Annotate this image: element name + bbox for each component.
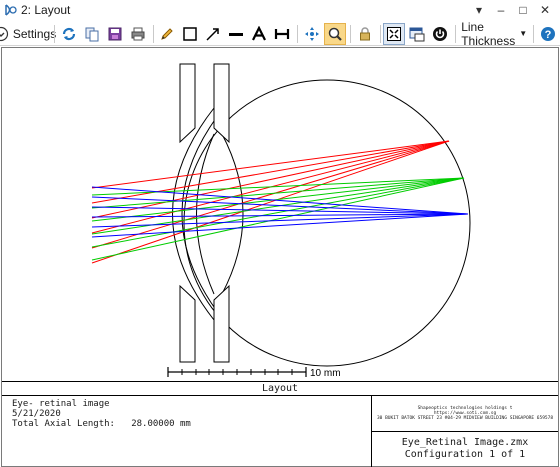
lock-icon bbox=[357, 26, 373, 42]
window-icon bbox=[3, 2, 19, 18]
zoom-icon bbox=[327, 26, 343, 42]
info-date: 5/21/2020 bbox=[12, 409, 61, 419]
lock-button[interactable] bbox=[354, 23, 376, 45]
chevron-down-circle-icon bbox=[0, 26, 9, 42]
text-button[interactable] bbox=[248, 23, 270, 45]
layout-caption: Layout bbox=[2, 382, 558, 396]
toolbar-separator bbox=[350, 24, 351, 43]
toolbar-separator bbox=[455, 24, 457, 43]
cornea-front-surface bbox=[172, 107, 215, 321]
print-icon bbox=[130, 26, 146, 42]
arrow-button[interactable] bbox=[202, 23, 224, 45]
configuration-label: Configuration 1 of 1 bbox=[404, 449, 526, 460]
dimension-button[interactable] bbox=[271, 23, 293, 45]
layout-footer: Layout Eye- retinal image 5/21/2020 Tota… bbox=[2, 381, 558, 467]
caret-down-icon: ▼ bbox=[519, 29, 528, 38]
file-name: Eye_Retinal Image.zmx bbox=[401, 437, 529, 448]
window-title: 2: Layout bbox=[21, 3, 71, 17]
blue-ray bbox=[91, 186, 469, 215]
red-ray bbox=[91, 140, 450, 264]
window-mode-button[interactable] bbox=[406, 23, 428, 45]
pan-button[interactable] bbox=[301, 23, 323, 45]
pencil-icon bbox=[159, 26, 175, 42]
settings-button[interactable]: Settings bbox=[0, 23, 56, 45]
save-icon bbox=[107, 26, 123, 42]
system-info: Eye- retinal image 5/21/2020 Total Axial… bbox=[2, 396, 372, 467]
arrow-icon bbox=[205, 26, 221, 42]
rectangle-button[interactable] bbox=[179, 23, 201, 45]
close-button[interactable]: ✕ bbox=[534, 1, 556, 19]
settings-label: Settings bbox=[12, 26, 57, 41]
file-info: Eye_Retinal Image.zmx Configuration 1 of… bbox=[372, 432, 558, 467]
print-button[interactable] bbox=[127, 23, 149, 45]
iris-plate-upper-right bbox=[213, 63, 230, 144]
info-axial-length: Total Axial Length: 28.00000 mm bbox=[12, 419, 191, 429]
iris-plate-upper-left bbox=[179, 63, 196, 144]
toolbar-separator bbox=[54, 24, 55, 43]
cornea-back-surface bbox=[181, 109, 223, 319]
fit-button[interactable] bbox=[383, 22, 406, 45]
scale-bar: 10 mm bbox=[167, 367, 341, 379]
dimension-icon bbox=[274, 26, 290, 42]
iris-plate-lower-left bbox=[179, 284, 196, 363]
copy-icon bbox=[84, 26, 100, 42]
toolbar-separator bbox=[297, 24, 299, 43]
line-button[interactable] bbox=[225, 23, 247, 45]
red-ray bbox=[91, 140, 450, 249]
blue-ray bbox=[91, 206, 469, 215]
window-icon bbox=[409, 26, 425, 42]
rectangle-icon bbox=[182, 26, 198, 42]
pan-icon bbox=[304, 26, 320, 42]
scale-bar-label: 10 mm bbox=[310, 368, 341, 379]
help-icon: ? bbox=[540, 26, 556, 42]
line-icon bbox=[228, 26, 244, 42]
refresh-icon bbox=[61, 26, 77, 42]
pencil-button[interactable] bbox=[156, 23, 178, 45]
power-icon bbox=[432, 26, 448, 42]
iris-plate-lower-right bbox=[213, 284, 230, 363]
lens-layout-plot: 10 mm bbox=[91, 63, 471, 379]
window-menu-button[interactable]: ▾ bbox=[468, 1, 490, 19]
toolbar-separator bbox=[152, 24, 154, 43]
layout-canvas[interactable]: 10 mm Layout Eye- retinal image 5/21/202… bbox=[1, 47, 559, 467]
line-thickness-label: Line Thickness bbox=[461, 19, 516, 48]
line-thickness-dropdown[interactable]: Line Thickness ▼ bbox=[459, 19, 529, 48]
toolbar-separator bbox=[379, 24, 381, 43]
toolbar-separator bbox=[533, 24, 534, 43]
refresh-button[interactable] bbox=[58, 23, 80, 45]
help-button[interactable]: ? bbox=[537, 23, 559, 45]
power-button[interactable] bbox=[429, 23, 451, 45]
text-icon bbox=[251, 25, 267, 42]
svg-text:?: ? bbox=[545, 29, 552, 41]
red-ray bbox=[91, 140, 450, 219]
maximize-button[interactable]: □ bbox=[512, 1, 534, 19]
copy-button[interactable] bbox=[81, 23, 103, 45]
fit-icon bbox=[386, 26, 402, 42]
company-block: Shapeoptics technologies holdings t http… bbox=[372, 396, 558, 432]
title-bar: 2: Layout ▾ – □ ✕ bbox=[0, 0, 560, 20]
zoom-button[interactable] bbox=[324, 22, 347, 45]
info-title: Eye- retinal image bbox=[12, 399, 110, 409]
company-address: 30 BUKIT BATOK STREET 23 #04-29 MIDVIEW … bbox=[376, 416, 554, 421]
toolbar: Settings Line Thickness ▼ ? bbox=[0, 19, 560, 48]
ray-fan-red bbox=[91, 140, 450, 264]
save-button[interactable] bbox=[104, 23, 126, 45]
minimize-button[interactable]: – bbox=[490, 1, 512, 19]
